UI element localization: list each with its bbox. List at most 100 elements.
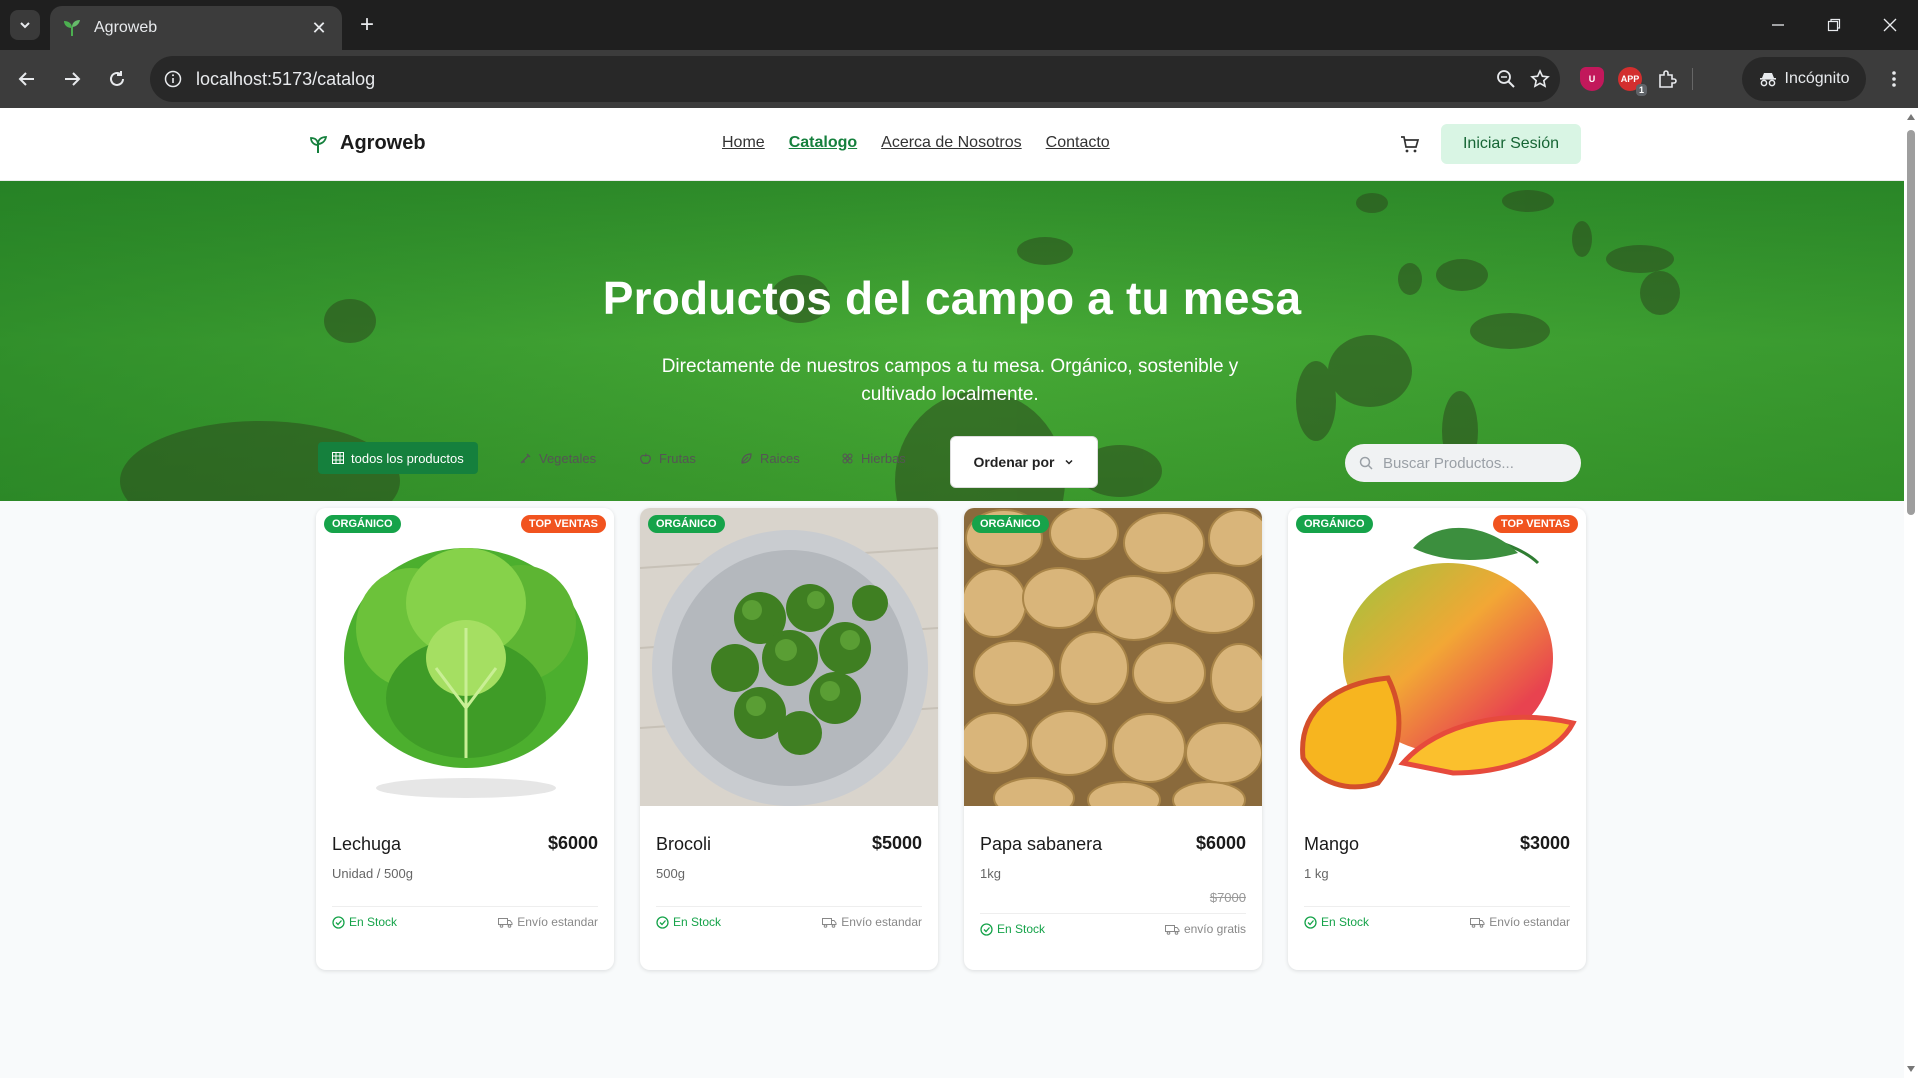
product-image-mango[interactable]: ORGÁNICO TOP VENTAS [1288, 508, 1586, 806]
product-image-potatoes[interactable]: ORGÁNICO [964, 508, 1262, 806]
check-circle-icon [332, 915, 345, 929]
shield-extension-icon[interactable]: U [1580, 67, 1604, 91]
chevron-down-icon [20, 22, 30, 29]
brand-name: Agroweb [340, 132, 426, 154]
product-old-price: $7000 [1209, 890, 1246, 905]
check-circle-icon [980, 922, 993, 936]
restore-icon [1827, 18, 1841, 32]
browser-toolbar: localhost:5173/catalog U APP 1 Incógnito [0, 50, 1918, 108]
url-text[interactable]: localhost:5173/catalog [196, 69, 375, 90]
back-button[interactable] [9, 61, 45, 97]
chip-vegetales[interactable]: Vegetales [505, 442, 610, 474]
incognito-label: Incógnito [1784, 70, 1850, 87]
truck-icon [498, 917, 513, 928]
stock-status: En Stock [1304, 915, 1369, 929]
organic-badge: ORGÁNICO [1296, 515, 1373, 533]
organic-badge: ORGÁNICO [972, 515, 1049, 533]
product-name: Lechuga [332, 834, 402, 854]
main-nav: Home Catalogo Acerca de Nosotros Contact… [722, 134, 1110, 152]
organic-badge: ORGÁNICO [324, 515, 401, 533]
scroll-down-arrow-icon[interactable] [1907, 1066, 1915, 1072]
search-input[interactable] [1383, 454, 1563, 472]
grid-icon [332, 452, 344, 464]
sprout-favicon-icon [64, 20, 80, 36]
close-icon [1883, 18, 1897, 32]
tab-close-icon[interactable]: ✕ [308, 18, 330, 39]
product-unit: 1 kg [1304, 866, 1329, 881]
arrow-right-icon [65, 72, 81, 86]
chip-raices[interactable]: Raices [726, 442, 814, 474]
product-card-brocoli[interactable]: ORGÁNICO Brocoli $5000 500g En Stock Env… [640, 508, 938, 970]
minimize-button[interactable] [1758, 10, 1798, 40]
chip-todos[interactable]: todos los productos [318, 442, 478, 474]
product-unit: Unidad / 500g [332, 866, 413, 881]
truck-icon [822, 917, 837, 928]
scrollbar-thumb[interactable] [1907, 130, 1915, 515]
new-tab-button[interactable]: + [352, 10, 382, 40]
product-image-lettuce[interactable]: ORGÁNICO TOP VENTAS [316, 508, 614, 806]
nav-contacto[interactable]: Contacto [1046, 134, 1110, 152]
shipping-info: envío gratis [1164, 922, 1246, 936]
check-circle-icon [1304, 915, 1317, 929]
cart-icon[interactable] [1398, 132, 1422, 156]
extensions-area: U APP 1 [1580, 61, 1693, 97]
sort-dropdown[interactable]: Ordenar por [950, 436, 1098, 488]
product-unit: 1kg [980, 866, 1001, 881]
zoom-icon[interactable] [1496, 69, 1516, 89]
product-name: Papa sabanera [980, 834, 1103, 854]
browser-tab-active[interactable]: Agroweb ✕ [50, 6, 342, 50]
carrot-icon [520, 453, 531, 463]
app-extension-icon[interactable]: APP 1 [1618, 67, 1647, 96]
hero-subtitle: Directamente de nuestros campos a tu mes… [661, 356, 1239, 405]
puzzle-extensions-icon[interactable] [1656, 68, 1678, 90]
minimize-icon [1772, 24, 1784, 26]
address-bar[interactable]: localhost:5173/catalog [150, 56, 1560, 102]
chip-frutas[interactable]: Frutas [625, 442, 710, 474]
nav-acerca[interactable]: Acerca de Nosotros [881, 134, 1022, 152]
browser-tabstrip: Agroweb ✕ + [0, 0, 1918, 50]
product-card-lechuga[interactable]: ORGÁNICO TOP VENTAS Lechuga $6000 Unidad… [316, 508, 614, 970]
product-image-broccoli[interactable]: ORGÁNICO [640, 508, 938, 806]
product-footer: En Stock envío gratis [980, 913, 1246, 936]
tab-search-button[interactable] [10, 10, 40, 40]
close-window-button[interactable] [1870, 10, 1910, 40]
browser-menu-button[interactable] [1876, 61, 1912, 97]
forward-button[interactable] [54, 61, 90, 97]
truck-icon [1164, 924, 1180, 935]
top-sales-badge: TOP VENTAS [1492, 515, 1578, 533]
stock-status: En Stock [656, 915, 721, 929]
chip-hierbas[interactable]: Hierbas [827, 442, 920, 474]
shipping-info: Envío estandar [822, 915, 922, 929]
product-card-mango[interactable]: ORGÁNICO TOP VENTAS Mango $3000 1 kg En … [1288, 508, 1586, 970]
apple-icon [640, 452, 651, 464]
stock-status: En Stock [332, 915, 397, 929]
nav-home[interactable]: Home [722, 134, 765, 152]
restore-button[interactable] [1814, 10, 1854, 40]
product-search[interactable] [1345, 444, 1581, 482]
sprout-icon [310, 135, 328, 153]
page-scrollbar[interactable] [1904, 108, 1918, 1078]
reload-button[interactable] [99, 61, 135, 97]
product-card-papa[interactable]: ORGÁNICO Papa sabanera $6000 $7000 1kg E… [964, 508, 1262, 970]
login-button[interactable]: Iniciar Sesión [1441, 124, 1581, 164]
product-price: $6000 [1195, 833, 1246, 853]
product-name: Brocoli [656, 834, 712, 854]
extension-count-badge: 1 [1635, 84, 1647, 96]
reload-icon [110, 71, 124, 86]
truck-icon [1470, 917, 1485, 928]
nav-catalogo[interactable]: Catalogo [789, 134, 857, 152]
toolbar-divider [1692, 68, 1693, 90]
site-info-icon[interactable] [150, 56, 196, 102]
incognito-indicator[interactable]: Incógnito [1742, 57, 1866, 101]
search-icon [1359, 456, 1373, 470]
organic-badge: ORGÁNICO [648, 515, 725, 533]
brand-logo[interactable]: Agroweb [310, 132, 426, 155]
product-price: $6000 [547, 833, 598, 853]
product-price: $5000 [871, 833, 922, 853]
shipping-info: Envío estandar [498, 915, 598, 929]
more-vertical-icon [1892, 71, 1896, 87]
leaf-icon [741, 452, 752, 464]
scroll-up-arrow-icon[interactable] [1907, 114, 1915, 120]
arrow-left-icon [18, 72, 34, 86]
bookmark-star-icon[interactable] [1530, 69, 1550, 89]
